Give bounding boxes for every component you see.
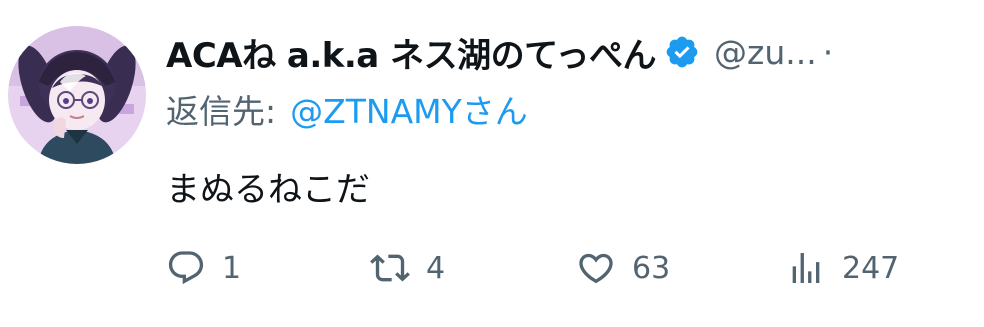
reply-button[interactable]: 1 [166, 246, 241, 290]
header-separator: · [822, 32, 834, 72]
view-count: 247 [842, 250, 900, 286]
reply-count: 1 [222, 250, 242, 286]
views-button[interactable]: 247 [786, 246, 899, 290]
reply-prefix: 返信先: [166, 92, 277, 131]
author-display-name[interactable]: ACAね a.k.a ネス湖のてっぺん [166, 28, 657, 77]
retweet-icon [370, 254, 410, 282]
views-icon [792, 253, 820, 283]
retweet-button[interactable]: 4 [370, 246, 445, 290]
tweet: ACAね a.k.a ネス湖のてっぺん @zu... · 返信先: @ZTNAM… [0, 0, 984, 327]
tweet-text: まぬるねこだ [166, 169, 370, 210]
tweet-header: ACAね a.k.a ネス湖のてっぺん @zu... · [166, 24, 984, 80]
reply-context: 返信先: @ZTNAMYさん [166, 84, 528, 134]
action-bar: 1 4 63 247 [166, 246, 926, 290]
retweet-count: 4 [426, 250, 446, 286]
like-button[interactable]: 63 [576, 246, 670, 290]
reply-to-user-link[interactable]: @ZTNAMYさん [290, 85, 528, 133]
avatar[interactable] [8, 26, 146, 164]
reply-icon [168, 251, 204, 285]
heart-icon [579, 253, 613, 284]
like-count: 63 [632, 250, 671, 286]
verified-badge-icon [666, 36, 698, 68]
author-handle[interactable]: @zu... [714, 33, 817, 72]
avatar-image [8, 26, 146, 164]
